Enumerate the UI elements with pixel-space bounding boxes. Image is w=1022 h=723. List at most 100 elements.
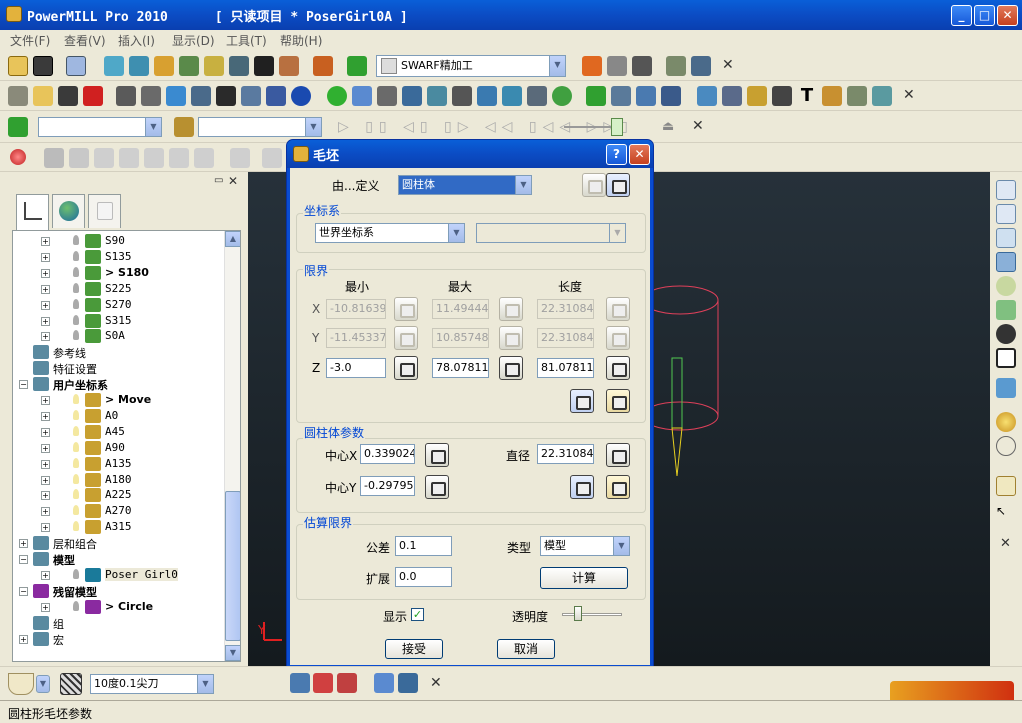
calculate-button[interactable]: 计算 xyxy=(540,567,628,589)
view-tools-close-icon[interactable]: ✕ xyxy=(1000,536,1011,551)
record-icon[interactable] xyxy=(10,149,26,165)
tool-axis-icon[interactable] xyxy=(254,56,274,76)
ucs-active-icon[interactable] xyxy=(73,441,79,452)
tree-item[interactable]: + > S180 xyxy=(13,265,225,281)
info-icon[interactable] xyxy=(291,86,311,106)
expand-toggle-icon[interactable]: + xyxy=(41,491,50,501)
coord-system-combo[interactable]: 世界坐标系 ▼ xyxy=(315,223,465,243)
tree-item[interactable]: + 层和组合 xyxy=(13,535,225,551)
scroll-down-icon[interactable]: ▼ xyxy=(225,645,240,661)
tree-item[interactable]: + A135 xyxy=(13,456,225,472)
chevron-down-icon[interactable]: ▼ xyxy=(613,537,629,555)
expand-toggle-icon[interactable]: + xyxy=(41,570,50,580)
tree-item[interactable]: + A45 xyxy=(13,424,225,440)
tree-scrollbar[interactable]: ▲ ▼ xyxy=(224,231,240,661)
z-max-lock-icon[interactable] xyxy=(499,356,523,380)
tree-item[interactable]: + A225 xyxy=(13,487,225,503)
z-length-field[interactable]: 81.07811 xyxy=(537,358,594,378)
expand-toggle-icon[interactable]: + xyxy=(41,411,50,421)
z-min-field[interactable]: -3.0 xyxy=(326,358,386,378)
menu-insert[interactable]: 插入(I) xyxy=(118,32,155,49)
visibility-bulb-icon[interactable] xyxy=(73,282,79,293)
visibility-bulb-icon[interactable] xyxy=(73,330,79,341)
diameter-lock-icon[interactable] xyxy=(606,443,630,467)
cylinder-lock-all-icon[interactable] xyxy=(570,475,594,499)
refresh-view-icon[interactable] xyxy=(996,300,1016,320)
cancel-view-icon[interactable] xyxy=(996,324,1016,344)
surface-icon[interactable] xyxy=(722,86,742,106)
globe-wire-icon[interactable] xyxy=(996,436,1016,456)
transparency-slider[interactable] xyxy=(562,613,622,616)
close-button[interactable]: ✕ xyxy=(997,5,1018,26)
mesh-icon[interactable] xyxy=(611,86,631,106)
start-point-icon[interactable] xyxy=(204,56,224,76)
menu-view[interactable]: 查看(V) xyxy=(64,32,106,49)
tool-axis-view-icon[interactable] xyxy=(290,673,310,693)
curve-icon[interactable] xyxy=(427,86,447,106)
tree-item[interactable]: + A0 xyxy=(13,408,225,424)
view-side-icon[interactable] xyxy=(996,252,1016,272)
gear-icon[interactable] xyxy=(377,86,397,106)
tree-item[interactable]: − 模型 xyxy=(13,551,225,567)
type-combo[interactable]: 模型 ▼ xyxy=(540,536,630,556)
ucs-active-icon[interactable] xyxy=(73,505,79,516)
minimize-button[interactable]: _ xyxy=(951,5,972,26)
speed-slider-thumb[interactable] xyxy=(611,118,623,136)
tree-item[interactable]: 组 xyxy=(13,615,225,631)
tool-holder-icon[interactable] xyxy=(60,673,82,695)
toolbar-close-icon[interactable]: ✕ xyxy=(430,675,442,691)
frame-icon[interactable] xyxy=(996,348,1016,368)
sim-entity-combo[interactable]: ▼ xyxy=(38,117,162,137)
palette-icon[interactable] xyxy=(402,86,422,106)
line-icon[interactable] xyxy=(772,86,792,106)
wireframe-icon[interactable] xyxy=(216,86,236,106)
chevron-down-icon[interactable]: ▼ xyxy=(549,56,565,76)
tab-globe[interactable] xyxy=(52,194,85,228)
split-icon[interactable] xyxy=(477,86,497,106)
strategy-combo[interactable]: SWARF精加工 ▼ xyxy=(376,55,566,77)
tree-item[interactable]: + 宏 xyxy=(13,631,225,647)
visibility-bulb-icon[interactable] xyxy=(73,600,79,611)
expand-toggle-icon[interactable]: + xyxy=(41,459,50,469)
visibility-bulb-icon[interactable] xyxy=(73,568,79,579)
center-x-field[interactable]: 0.339024 xyxy=(360,444,415,464)
z-max-field[interactable]: 78.07811 xyxy=(432,358,489,378)
tree-item[interactable]: + Poser Girl0 xyxy=(13,567,225,583)
view-front-icon[interactable] xyxy=(996,228,1016,248)
shade-mode-icon[interactable] xyxy=(996,378,1016,398)
calculator-icon[interactable] xyxy=(607,56,627,76)
tree-item[interactable]: − 用户坐标系 xyxy=(13,376,225,392)
tree-item[interactable]: 特征设置 xyxy=(13,360,225,376)
edit-toolpath-icon[interactable] xyxy=(582,56,602,76)
chevron-down-icon[interactable]: ▼ xyxy=(145,118,161,136)
ruler-icon[interactable] xyxy=(632,56,652,76)
cube-icon[interactable] xyxy=(872,86,892,106)
tree-item[interactable]: − 残留模型 xyxy=(13,583,225,599)
solid-icon[interactable] xyxy=(747,86,767,106)
expand-toggle-icon[interactable]: − xyxy=(19,555,28,564)
toolbar-close-icon[interactable]: ✕ xyxy=(692,118,704,134)
simulate-icon[interactable] xyxy=(691,56,711,76)
tree-item[interactable]: + S225 xyxy=(13,281,225,297)
chevron-down-icon[interactable]: ▼ xyxy=(305,118,321,136)
view-top-icon[interactable] xyxy=(996,204,1016,224)
toolbar-close-icon[interactable]: ✕ xyxy=(903,87,915,103)
tool-transform-icon[interactable] xyxy=(398,673,418,693)
expand-toggle-icon[interactable]: + xyxy=(41,427,50,437)
expand-toggle-icon[interactable]: + xyxy=(41,443,50,453)
maximize-button[interactable]: □ xyxy=(974,5,995,26)
tool-shank-icon[interactable] xyxy=(313,673,333,693)
expand-field[interactable]: 0.0 xyxy=(395,567,452,587)
toolpath-strategy-icon[interactable] xyxy=(347,56,367,76)
tree-item[interactable]: + A90 xyxy=(13,440,225,456)
green-ball-icon[interactable] xyxy=(327,86,347,106)
save-project-icon[interactable] xyxy=(33,56,53,76)
chevron-down-icon[interactable]: ▼ xyxy=(197,675,213,693)
expand-toggle-icon[interactable]: + xyxy=(41,237,50,246)
menu-help[interactable]: 帮助(H) xyxy=(280,32,322,49)
expand-toggle-icon[interactable]: + xyxy=(41,507,50,517)
transparency-slider-thumb[interactable] xyxy=(574,606,582,621)
merge-icon[interactable] xyxy=(502,86,522,106)
ucs-active-icon[interactable] xyxy=(73,394,79,404)
center-y-lock-icon[interactable] xyxy=(425,475,449,499)
